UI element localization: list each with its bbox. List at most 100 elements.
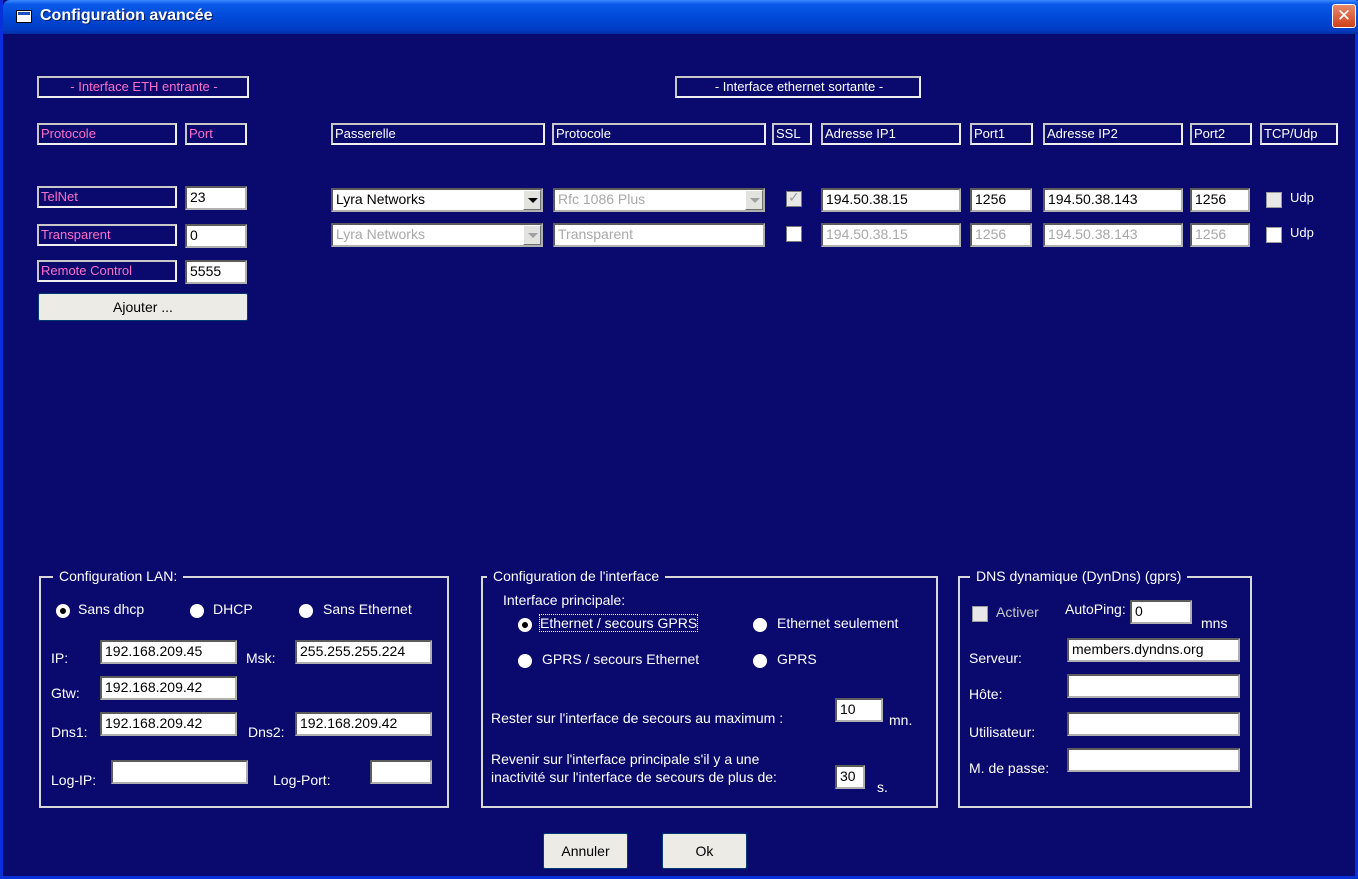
gtw-input[interactable]: 192.168.209.42 <box>100 676 237 700</box>
dyndns-legend: DNS dynamique (DynDns) (gprs) <box>970 568 1188 584</box>
ip1-header: Adresse IP1 <box>821 123 961 145</box>
return-text-1: Revenir sur l'interface principale s'il … <box>491 751 760 767</box>
incoming-port-remote[interactable]: 5555 <box>185 260 247 284</box>
stay-text: Rester sur l'interface de secours au max… <box>491 710 784 726</box>
incoming-protocol-remote: Remote Control <box>37 260 177 282</box>
msk-input[interactable]: 255.255.255.224 <box>295 640 432 664</box>
protocol-input-2[interactable]: Transparent <box>553 223 765 247</box>
password-input[interactable] <box>1067 748 1240 772</box>
radio-sans-ethernet[interactable] <box>299 604 313 618</box>
server-label: Serveur: <box>969 650 1022 666</box>
logport-label: Log-Port: <box>273 772 331 788</box>
activate-checkbox[interactable] <box>972 606 988 622</box>
ip-input[interactable]: 192.168.209.45 <box>100 640 237 664</box>
interface-config-legend: Configuration de l'interface <box>487 568 666 584</box>
server-input[interactable]: members.dyndns.org <box>1067 638 1240 662</box>
window-title: Configuration avancée <box>40 7 213 24</box>
port1-input-2[interactable]: 1256 <box>970 223 1032 247</box>
label-ethernet-secours-gprs: Ethernet / secours GPRS <box>538 614 699 632</box>
outgoing-gateway-header: Passerelle <box>331 123 545 145</box>
ip1-input-1[interactable]: 194.50.38.15 <box>821 188 961 212</box>
udp-label-1: Udp <box>1290 190 1314 205</box>
dns1-input[interactable]: 192.168.209.42 <box>100 712 237 736</box>
gateway-value-1: Lyra Networks <box>336 191 425 207</box>
port2-input-2[interactable]: 1256 <box>1190 223 1250 247</box>
cancel-button[interactable]: Annuler <box>543 833 628 869</box>
radio-dhcp[interactable] <box>190 604 204 618</box>
radio-sans-dhcp[interactable] <box>56 604 70 618</box>
ip2-input-1[interactable]: 194.50.38.143 <box>1043 188 1183 212</box>
protocol-select-1[interactable]: Rfc 1086 Plus <box>553 188 765 212</box>
ip1-input-2[interactable]: 194.50.38.15 <box>821 223 961 247</box>
chevron-down-icon[interactable] <box>523 190 541 210</box>
radio-gprs[interactable] <box>753 654 767 668</box>
gateway-select-2[interactable]: Lyra Networks <box>331 223 543 247</box>
incoming-port-telnet[interactable]: 23 <box>185 186 247 210</box>
chevron-down-icon[interactable] <box>745 190 763 210</box>
title-bar[interactable]: Configuration avancée ✕ <box>3 0 1358 34</box>
return-text-2: inactivité sur l'interface de secours de… <box>491 769 777 785</box>
radio-gprs-secours-ethernet[interactable] <box>518 654 532 668</box>
lan-config-legend: Configuration LAN: <box>53 568 184 584</box>
activate-label: Activer <box>996 604 1039 620</box>
udp-label-2: Udp <box>1290 225 1314 240</box>
radio-ethernet-seulement[interactable] <box>753 618 767 632</box>
gateway-select-1[interactable]: Lyra Networks <box>331 188 543 212</box>
label-dhcp: DHCP <box>213 601 253 617</box>
incoming-protocol-telnet: TelNet <box>37 186 177 208</box>
label-gprs: GPRS <box>777 651 817 667</box>
ok-button[interactable]: Ok <box>662 833 747 869</box>
label-gprs-secours-ethernet: GPRS / secours Ethernet <box>542 651 700 667</box>
ip2-header: Adresse IP2 <box>1043 123 1183 145</box>
port1-header: Port1 <box>970 123 1033 145</box>
ssl-header: SSL <box>772 123 812 145</box>
dialog-window: Configuration avancée ✕ - Interface ETH … <box>0 0 1358 879</box>
incoming-port-header: Port <box>185 123 247 145</box>
label-sans-dhcp: Sans dhcp <box>78 601 145 617</box>
gtw-label: Gtw: <box>51 685 80 701</box>
incoming-port-transparent[interactable]: 0 <box>185 224 247 248</box>
port2-input-1[interactable]: 1256 <box>1190 188 1250 212</box>
tcp-udp-header: TCP/Udp <box>1260 123 1338 145</box>
outgoing-group-label: - Interface ethernet sortante - <box>675 76 921 98</box>
add-button[interactable]: Ajouter ... <box>38 293 248 321</box>
autoping-unit: mns <box>1201 615 1228 631</box>
gateway-value-2: Lyra Networks <box>336 226 425 242</box>
window-icon <box>16 10 32 23</box>
label-ethernet-seulement: Ethernet seulement <box>777 615 899 631</box>
return-input[interactable]: 30 <box>835 765 865 789</box>
autoping-input[interactable]: 0 <box>1130 600 1192 624</box>
protocol-value-1: Rfc 1086 Plus <box>558 191 646 207</box>
dns2-label: Dns2: <box>248 724 285 740</box>
outgoing-protocol-header: Protocole <box>552 123 766 145</box>
return-unit: s. <box>877 779 888 795</box>
logip-label: Log-IP: <box>51 772 97 788</box>
ip-label: IP: <box>51 650 69 666</box>
logip-input[interactable] <box>111 760 248 784</box>
user-label: Utilisateur: <box>969 724 1036 740</box>
stay-input[interactable]: 10 <box>835 698 883 722</box>
autoping-label: AutoPing: <box>1065 601 1126 617</box>
host-input[interactable] <box>1067 674 1240 698</box>
close-icon[interactable]: ✕ <box>1332 4 1356 28</box>
dns1-label: Dns1: <box>51 724 88 740</box>
msk-label: Msk: <box>246 650 276 666</box>
port2-header: Port2 <box>1190 123 1252 145</box>
incoming-group-label: - Interface ETH entrante - <box>37 76 249 98</box>
dns2-input[interactable]: 192.168.209.42 <box>295 712 432 736</box>
chevron-down-icon[interactable] <box>523 225 541 245</box>
incoming-protocol-header: Protocole <box>37 123 177 145</box>
logport-input[interactable] <box>370 760 432 784</box>
user-input[interactable] <box>1067 712 1240 736</box>
udp-checkbox-1[interactable] <box>1266 192 1282 208</box>
ip2-input-2[interactable]: 194.50.38.143 <box>1043 223 1183 247</box>
ssl-checkbox-1[interactable] <box>786 189 802 207</box>
label-sans-ethernet: Sans Ethernet <box>323 601 412 617</box>
ssl-checkbox-2[interactable] <box>786 226 802 242</box>
main-interface-label: Interface principale: <box>503 592 626 608</box>
host-label: Hôte: <box>969 686 1003 702</box>
password-label: M. de passe: <box>969 760 1050 776</box>
port1-input-1[interactable]: 1256 <box>970 188 1032 212</box>
radio-ethernet-secours-gprs[interactable] <box>518 618 532 632</box>
udp-checkbox-2[interactable] <box>1266 227 1282 243</box>
